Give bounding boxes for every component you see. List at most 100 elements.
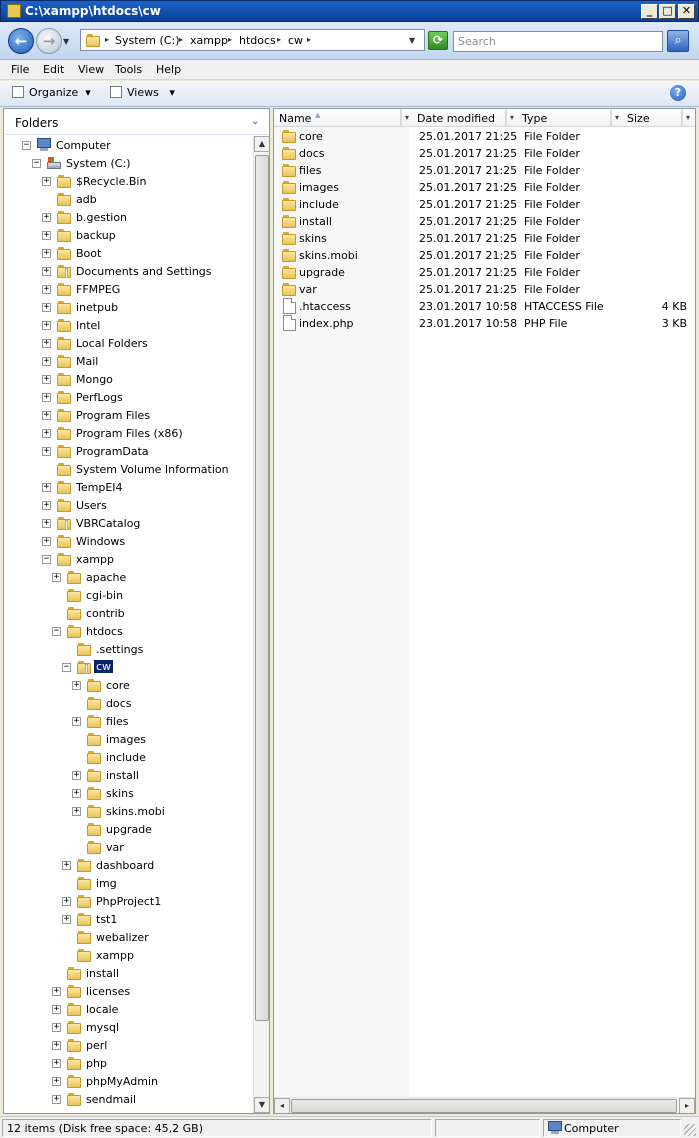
expand-icon[interactable]: + <box>72 807 81 816</box>
tree-item[interactable]: + apache <box>4 569 244 587</box>
tree-item[interactable]: + sendmail <box>4 1091 244 1109</box>
tree-item[interactable]: var <box>4 839 244 857</box>
tree-item[interactable]: xampp <box>4 947 244 965</box>
collapse-icon[interactable]: − <box>42 555 51 564</box>
tree-item[interactable]: + TempEI4 <box>4 479 244 497</box>
expand-icon[interactable]: + <box>42 357 51 366</box>
expand-icon[interactable]: + <box>42 339 51 348</box>
breadcrumb-htdocs[interactable]: htdocs <box>239 34 276 47</box>
tree-item[interactable]: + ProgramData <box>4 443 244 461</box>
file-row[interactable]: core 25.01.2017 21:25 File Folder <box>274 128 695 145</box>
tree-item[interactable]: img <box>4 875 244 893</box>
file-row[interactable]: images 25.01.2017 21:25 File Folder <box>274 179 695 196</box>
expand-icon[interactable]: + <box>52 1005 61 1014</box>
tree-item[interactable]: + Intel <box>4 317 244 335</box>
expand-icon[interactable]: + <box>42 411 51 420</box>
tree-item[interactable]: + Windows <box>4 533 244 551</box>
maximize-button[interactable]: □ <box>659 4 676 19</box>
tree-item[interactable]: + Boot <box>4 245 244 263</box>
chevron-icon[interactable]: ▸ <box>105 35 109 44</box>
chevron-icon[interactable]: ▸ <box>307 35 311 44</box>
expand-icon[interactable]: + <box>72 681 81 690</box>
chevron-icon[interactable]: ▸ <box>179 35 183 44</box>
menu-help[interactable]: Help <box>156 63 181 76</box>
expand-icon[interactable]: + <box>62 915 71 924</box>
tree-item[interactable]: + locale <box>4 1001 244 1019</box>
tree-item[interactable]: + Mongo <box>4 371 244 389</box>
file-row[interactable]: .htaccess 23.01.2017 10:58 HTACCESS File 4 … <box>274 298 695 315</box>
tree-item[interactable]: + Program Files <box>4 407 244 425</box>
tree-item[interactable]: + Program Files (x86) <box>4 425 244 443</box>
column-date[interactable]: Date modified <box>412 109 506 127</box>
back-button[interactable]: ← <box>8 28 34 54</box>
column-date-filter[interactable]: ▾ <box>506 109 517 127</box>
column-name-filter[interactable]: ▾ <box>401 109 412 127</box>
address-bar[interactable]: ▸ System (C:) ▸ xampp ▸ htdocs ▸ cw ▸ ▼ <box>80 29 425 51</box>
tree-item[interactable]: include <box>4 749 244 767</box>
tree-item[interactable]: + b.gestion <box>4 209 244 227</box>
help-icon[interactable]: ? <box>670 85 686 101</box>
tree-item[interactable]: + inetpub <box>4 299 244 317</box>
expand-icon[interactable]: + <box>42 501 51 510</box>
address-history-dropdown-icon[interactable]: ▼ <box>409 36 415 45</box>
tree-item[interactable]: + php <box>4 1055 244 1073</box>
expand-icon[interactable]: + <box>52 1095 61 1104</box>
tree-item[interactable]: + PhpProject1 <box>4 893 244 911</box>
collapse-icon[interactable]: − <box>62 663 71 672</box>
tree-item[interactable]: docs <box>4 695 244 713</box>
tree-item[interactable]: − xampp <box>4 551 244 569</box>
file-row[interactable]: index.php 23.01.2017 10:58 PHP File 3 KB <box>274 315 695 332</box>
column-size-filter[interactable]: ▾ <box>682 109 693 127</box>
menu-tools[interactable]: Tools <box>115 63 142 76</box>
search-icon[interactable]: ⌕ <box>667 30 689 52</box>
expand-icon[interactable]: + <box>52 1023 61 1032</box>
tree-item[interactable]: webalizer <box>4 929 244 947</box>
file-row[interactable]: install 25.01.2017 21:25 File Folder <box>274 213 695 230</box>
tree-item[interactable]: cgi-bin <box>4 587 244 605</box>
recent-pages-dropdown-icon[interactable]: ▼ <box>63 37 69 46</box>
scroll-right-button[interactable]: ▸ <box>679 1098 695 1113</box>
file-row[interactable]: docs 25.01.2017 21:25 File Folder <box>274 145 695 162</box>
tree-item[interactable]: + install <box>4 767 244 785</box>
collapse-icon[interactable]: − <box>52 627 61 636</box>
tree-scrollbar[interactable]: ▲ ▼ <box>253 136 269 1113</box>
expand-icon[interactable]: + <box>42 393 51 402</box>
views-button[interactable]: Views ▾ <box>110 86 175 99</box>
tree-item[interactable]: + core <box>4 677 244 695</box>
tree-item[interactable]: + files <box>4 713 244 731</box>
tree-item[interactable]: + perl <box>4 1037 244 1055</box>
tree-item[interactable]: images <box>4 731 244 749</box>
folders-header[interactable]: Folders ⌄ <box>4 109 269 135</box>
tree-item[interactable]: + mysql <box>4 1019 244 1037</box>
tree-item[interactable]: + $Recycle.Bin <box>4 173 244 191</box>
expand-icon[interactable]: + <box>42 177 51 186</box>
tree-item[interactable]: + phpMyAdmin <box>4 1073 244 1091</box>
forward-button[interactable]: → <box>36 28 62 54</box>
file-row[interactable]: skins 25.01.2017 21:25 File Folder <box>274 230 695 247</box>
refresh-button[interactable]: ⟳ <box>428 31 448 50</box>
collapse-icon[interactable]: − <box>32 159 41 168</box>
tree-item[interactable]: upgrade <box>4 821 244 839</box>
tree-item[interactable]: + VBRCatalog <box>4 515 244 533</box>
menu-file[interactable]: File <box>11 63 29 76</box>
tree-item[interactable]: + skins <box>4 785 244 803</box>
breadcrumb-xampp[interactable]: xampp <box>190 34 228 47</box>
expand-icon[interactable]: + <box>42 285 51 294</box>
tree-item[interactable]: + Users <box>4 497 244 515</box>
file-row[interactable]: upgrade 25.01.2017 21:25 File Folder <box>274 264 695 281</box>
expand-icon[interactable]: + <box>52 1059 61 1068</box>
scroll-thumb[interactable] <box>255 155 269 1021</box>
tree-item[interactable]: − cw <box>4 659 244 677</box>
scroll-up-button[interactable]: ▲ <box>254 136 269 152</box>
horizontal-scrollbar[interactable]: ◂ ▸ <box>274 1097 695 1113</box>
expand-icon[interactable]: + <box>52 987 61 996</box>
organize-button[interactable]: Organize ▾ <box>12 86 91 99</box>
column-name[interactable]: Name ▲ <box>274 109 401 127</box>
menu-view[interactable]: View <box>78 63 104 76</box>
file-row[interactable]: include 25.01.2017 21:25 File Folder <box>274 196 695 213</box>
tree-item[interactable]: adb <box>4 191 244 209</box>
tree-item[interactable]: + Mail <box>4 353 244 371</box>
expand-icon[interactable]: + <box>42 519 51 528</box>
column-size[interactable]: Size <box>622 109 682 127</box>
tree-item[interactable]: + PerfLogs <box>4 389 244 407</box>
